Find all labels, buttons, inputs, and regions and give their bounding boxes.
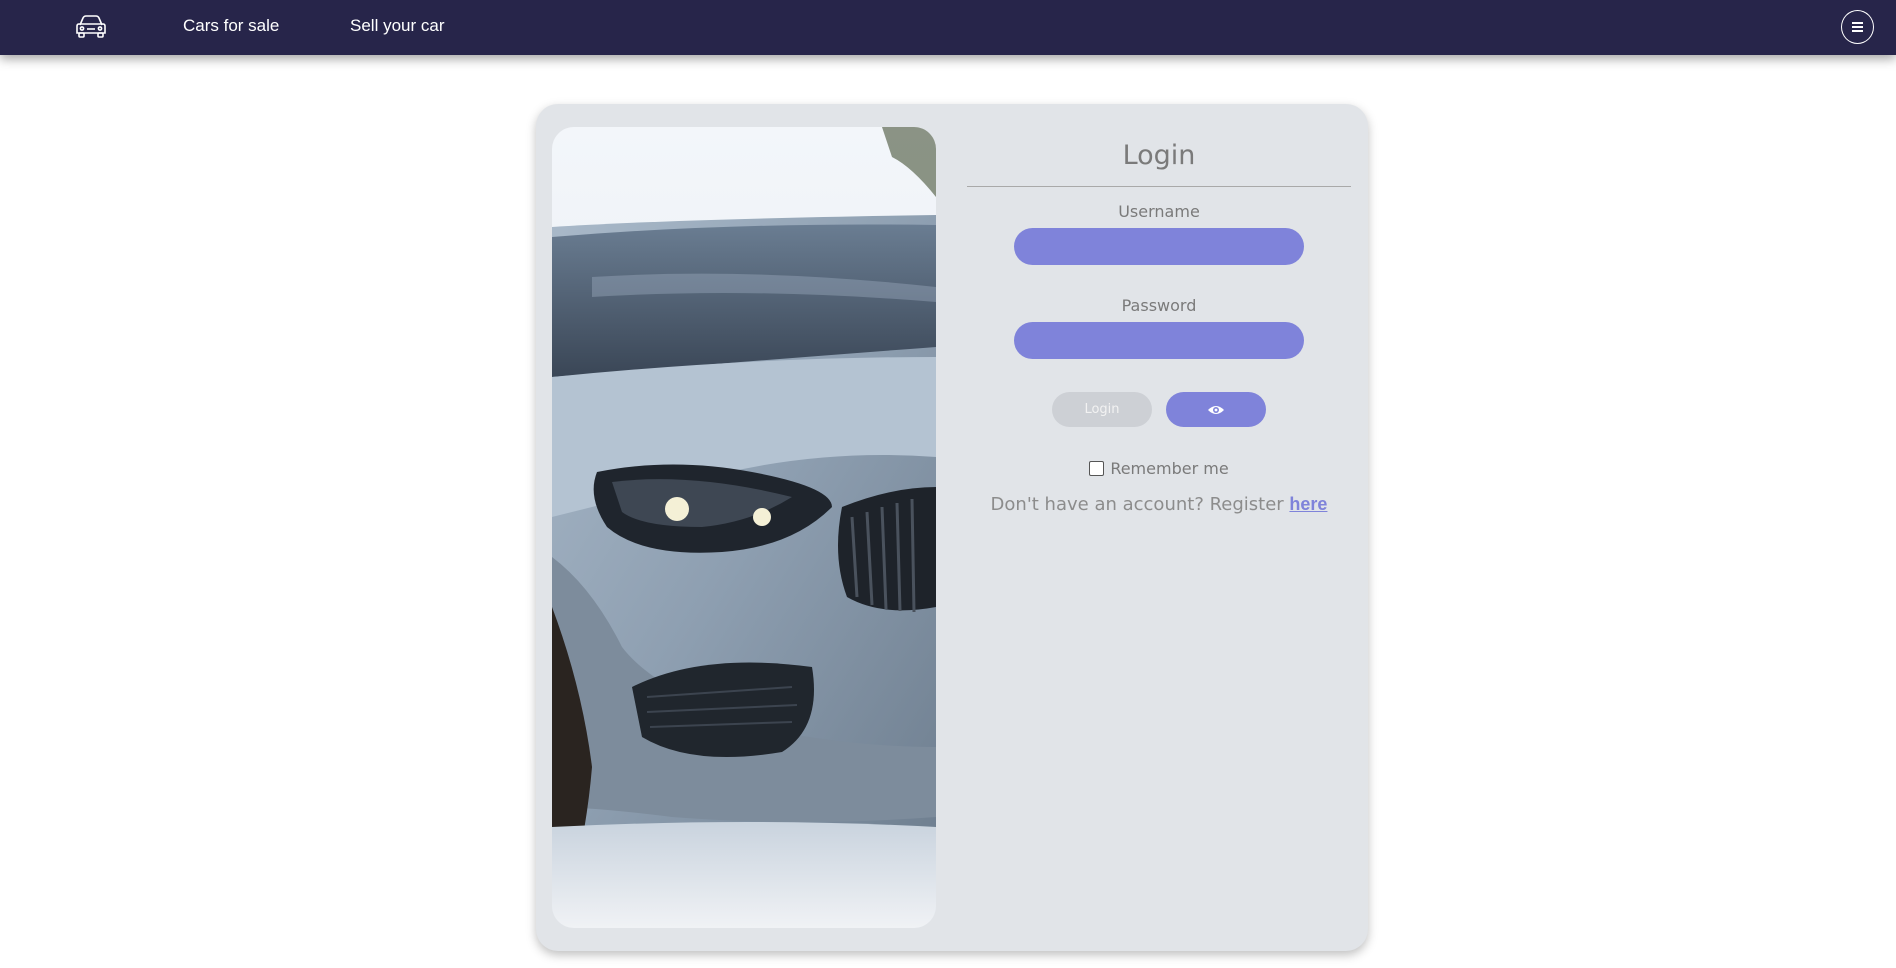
- login-button[interactable]: Login: [1052, 392, 1152, 427]
- username-label: Username: [1118, 202, 1200, 221]
- menu-bar: [1852, 30, 1863, 32]
- remember-me-checkbox[interactable]: [1089, 461, 1105, 476]
- login-form: Login Username Password Login Remember m…: [967, 104, 1351, 704]
- hamburger-menu-icon[interactable]: [1841, 10, 1874, 44]
- menu-bar: [1852, 22, 1863, 24]
- title-divider: [967, 186, 1351, 187]
- password-input[interactable]: [1014, 322, 1304, 359]
- register-link[interactable]: here: [1289, 494, 1327, 514]
- menu-bar: [1852, 26, 1863, 28]
- car-photo: [552, 127, 936, 928]
- remember-me-row: Remember me: [967, 459, 1351, 478]
- register-prompt: Don't have an account? Register here: [967, 494, 1351, 515]
- car-icon[interactable]: [74, 13, 108, 41]
- login-card: Login Username Password Login Remember m…: [536, 104, 1368, 951]
- password-label: Password: [1121, 296, 1197, 315]
- form-title: Login: [1122, 140, 1196, 171]
- show-password-button[interactable]: [1166, 392, 1266, 427]
- nav-link-cars-for-sale[interactable]: Cars for sale: [183, 16, 279, 36]
- nav-link-sell-your-car[interactable]: Sell your car: [350, 16, 444, 36]
- top-navbar: Cars for sale Sell your car: [0, 0, 1896, 55]
- remember-me-label: Remember me: [1110, 459, 1229, 478]
- register-text: Don't have an account? Register: [990, 494, 1290, 515]
- username-input[interactable]: [1014, 228, 1304, 265]
- eye-icon: [1208, 405, 1224, 414]
